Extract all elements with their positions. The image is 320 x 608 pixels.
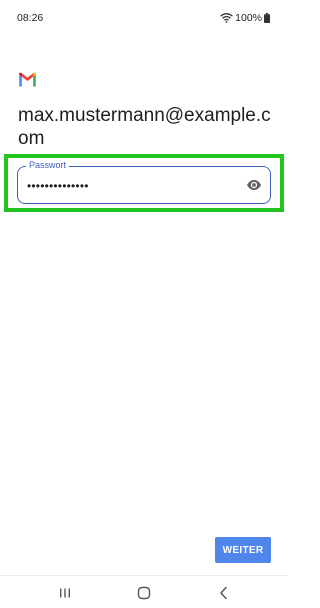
wifi-icon (220, 13, 233, 23)
home-icon[interactable] (135, 584, 153, 602)
screen: 08:26 100% max.mustermann@example.com Pa… (0, 0, 288, 608)
back-icon[interactable] (215, 584, 233, 602)
battery-percent: 100% (235, 12, 262, 24)
password-field[interactable]: Passwort •••••••••••••• (17, 159, 271, 204)
account-email: max.mustermann@example.com (18, 105, 271, 149)
status-bar: 08:26 100% (0, 0, 288, 36)
eye-icon[interactable] (246, 178, 262, 192)
next-button[interactable]: WEITER (215, 537, 271, 563)
status-time: 08:26 (17, 12, 44, 24)
navigation-bar (0, 575, 288, 608)
gmail-logo (19, 72, 36, 87)
battery-icon (264, 13, 270, 23)
recent-apps-icon[interactable] (56, 584, 74, 602)
status-icons: 100% (220, 11, 270, 25)
password-label: Passwort (26, 159, 70, 171)
password-value[interactable]: •••••••••••••• (27, 179, 89, 193)
